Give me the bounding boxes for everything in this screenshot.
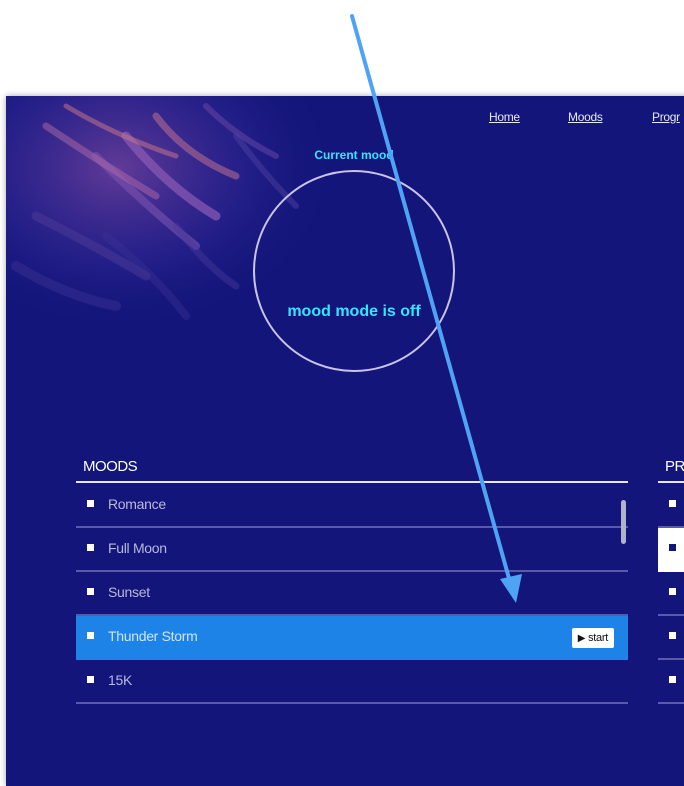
annotation-arrow-icon bbox=[350, 14, 522, 603]
